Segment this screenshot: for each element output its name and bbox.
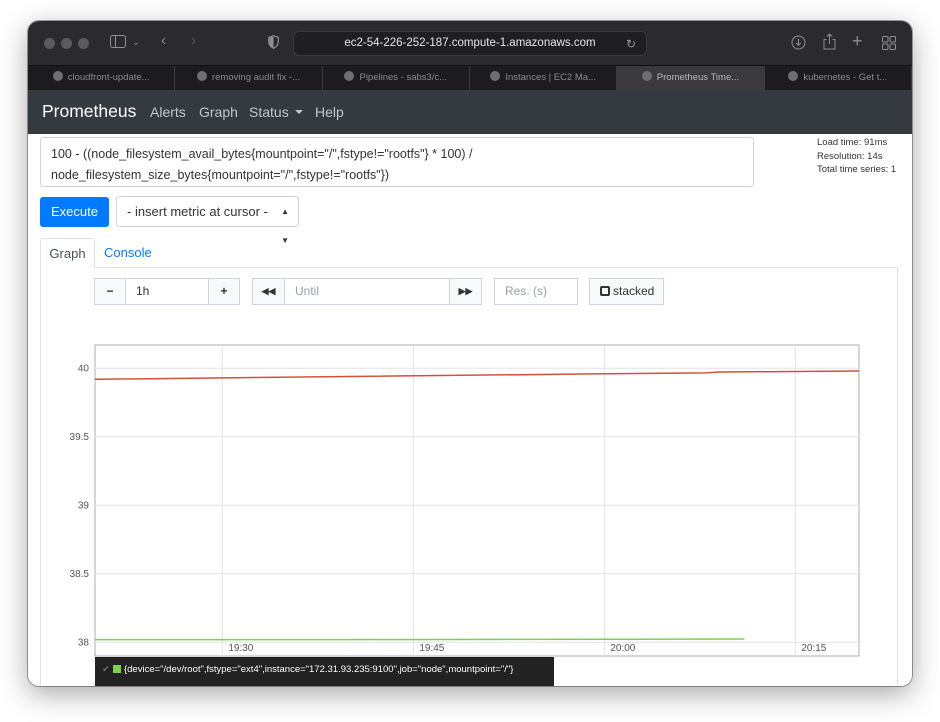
decrease-range-button[interactable]: − (94, 278, 126, 305)
legend: ✔ {device="/dev/root",fstype="ext4",insta… (95, 657, 554, 686)
caret-down-icon (294, 110, 303, 114)
browser-tab[interactable]: Pipelines - sabs3/c... (323, 66, 470, 90)
y-tick-label: 39 (78, 500, 90, 511)
x-tick-label: 19:45 (419, 643, 444, 654)
new-tab-icon[interactable]: + (852, 32, 863, 50)
sidebar-icon[interactable] (110, 35, 126, 52)
result-tabs: Graph Console (40, 238, 898, 269)
checkbox-icon (600, 286, 610, 296)
nav-graph[interactable]: Graph (199, 104, 238, 120)
browser-tab[interactable]: kubernetes - Get t... (765, 66, 912, 90)
pipeline-icon (52, 71, 63, 81)
nav-alerts[interactable]: Alerts (150, 104, 186, 120)
fast-forward-button[interactable]: ▶▶ (449, 278, 482, 305)
back-icon[interactable]: ‹ (161, 33, 166, 49)
plot-area (94, 344, 860, 657)
tab-label: kubernetes - Get t... (803, 72, 888, 83)
prometheus-navbar: Prometheus Alerts Graph Status Help (28, 90, 912, 134)
load-time: Load time: 91ms (817, 137, 888, 148)
zoom-window-button[interactable] (78, 38, 89, 49)
share-icon[interactable] (823, 33, 836, 54)
series-line (95, 638, 745, 641)
tab-label: removing audit fix -... (211, 72, 301, 83)
stacked-label: stacked (613, 284, 655, 298)
y-tick-label: 38.5 (70, 569, 90, 580)
resolution: Resolution: 14s (817, 150, 883, 162)
browser-toolbar: ⌄ ‹ › ec2-54-226-252-187.compute-1.amazo… (28, 21, 912, 65)
series-swatch (112, 664, 121, 673)
tab-label: Pipelines - sabs3/c... (359, 72, 448, 83)
browser-window: ⌄ ‹ › ec2-54-226-252-187.compute-1.amazo… (28, 21, 912, 686)
expression-input[interactable]: 100 - ((node_filesystem_avail_bytes{moun… (40, 137, 754, 187)
y-tick-label: 39.5 (70, 432, 90, 443)
until-input[interactable]: Until (284, 278, 450, 305)
stackoverflow-icon (788, 71, 799, 81)
x-tick-label: 20:00 (610, 643, 635, 654)
total-series: Total time series: 1 (817, 164, 897, 175)
close-window-button[interactable] (44, 38, 55, 49)
reload-icon[interactable]: ↻ (626, 37, 636, 51)
y-tick-label: 40 (78, 363, 90, 374)
pipeline-icon (344, 71, 355, 81)
address-bar[interactable]: ec2-54-226-252-187.compute-1.amazonaws.c… (293, 31, 647, 56)
nav-status[interactable]: Status (249, 104, 303, 120)
browser-tab[interactable]: removing audit fix -... (175, 66, 323, 90)
forward-icon[interactable]: › (191, 33, 196, 49)
y-tick-label: 38 (78, 637, 90, 648)
browser-tab-active[interactable]: Prometheus Time... (617, 66, 765, 90)
tab-console[interactable]: Console (104, 238, 152, 267)
increase-range-button[interactable]: + (208, 278, 240, 305)
query-stats: Load time: 91ms Resolution: 14s Total ti… (817, 136, 896, 177)
tab-graph[interactable]: Graph (40, 238, 95, 269)
checkmark-icon[interactable]: ✔ (102, 664, 110, 675)
stacked-toggle[interactable]: stacked (589, 278, 664, 305)
x-tick-label: 20:15 (801, 643, 826, 654)
download-icon[interactable] (791, 35, 806, 54)
tab-label: Prometheus Time... (656, 72, 740, 83)
ec2-icon (490, 71, 501, 81)
browser-tab[interactable]: cloudfront-update... (28, 66, 176, 90)
metric-select-value: - insert metric at cursor - (127, 204, 268, 219)
tab-label: Instances | EC2 Ma... (505, 72, 596, 83)
prometheus-icon (641, 71, 652, 81)
rewind-button[interactable]: ◀◀ (252, 278, 285, 305)
legend-label: {device="/dev/root",fstype="ext4",instan… (123, 664, 514, 675)
browser-tab-strip: cloudfront-update... removing audit fix … (28, 65, 912, 90)
insert-metric-select[interactable]: - insert metric at cursor - ▲ ▼ (116, 196, 299, 245)
shield-icon[interactable] (268, 35, 279, 53)
chevron-down-icon[interactable]: ⌄ (132, 34, 140, 50)
resolution-input[interactable]: Res. (s) (494, 278, 578, 305)
url-text: ec2-54-226-252-187.compute-1.amazonaws.c… (344, 37, 596, 49)
brand-link[interactable]: Prometheus (42, 101, 136, 122)
tab-overview-icon[interactable] (882, 36, 896, 54)
execute-button[interactable]: Execute (40, 197, 109, 227)
tab-label: cloudfront-update... (67, 72, 150, 83)
nav-help[interactable]: Help (315, 104, 344, 120)
nav-status-label: Status (249, 104, 289, 120)
graph-chart: 38 38.5 39 39.5 40 19:30 19:45 20:00 20:15 (70, 344, 860, 657)
github-icon (196, 71, 207, 81)
minimize-window-button[interactable] (61, 38, 72, 49)
browser-tab[interactable]: Instances | EC2 Ma... (470, 66, 618, 90)
graph-page: 100 - ((node_filesystem_avail_bytes{moun… (28, 134, 912, 686)
x-tick-label: 19:30 (228, 643, 253, 654)
range-input[interactable]: 1h (125, 278, 209, 305)
